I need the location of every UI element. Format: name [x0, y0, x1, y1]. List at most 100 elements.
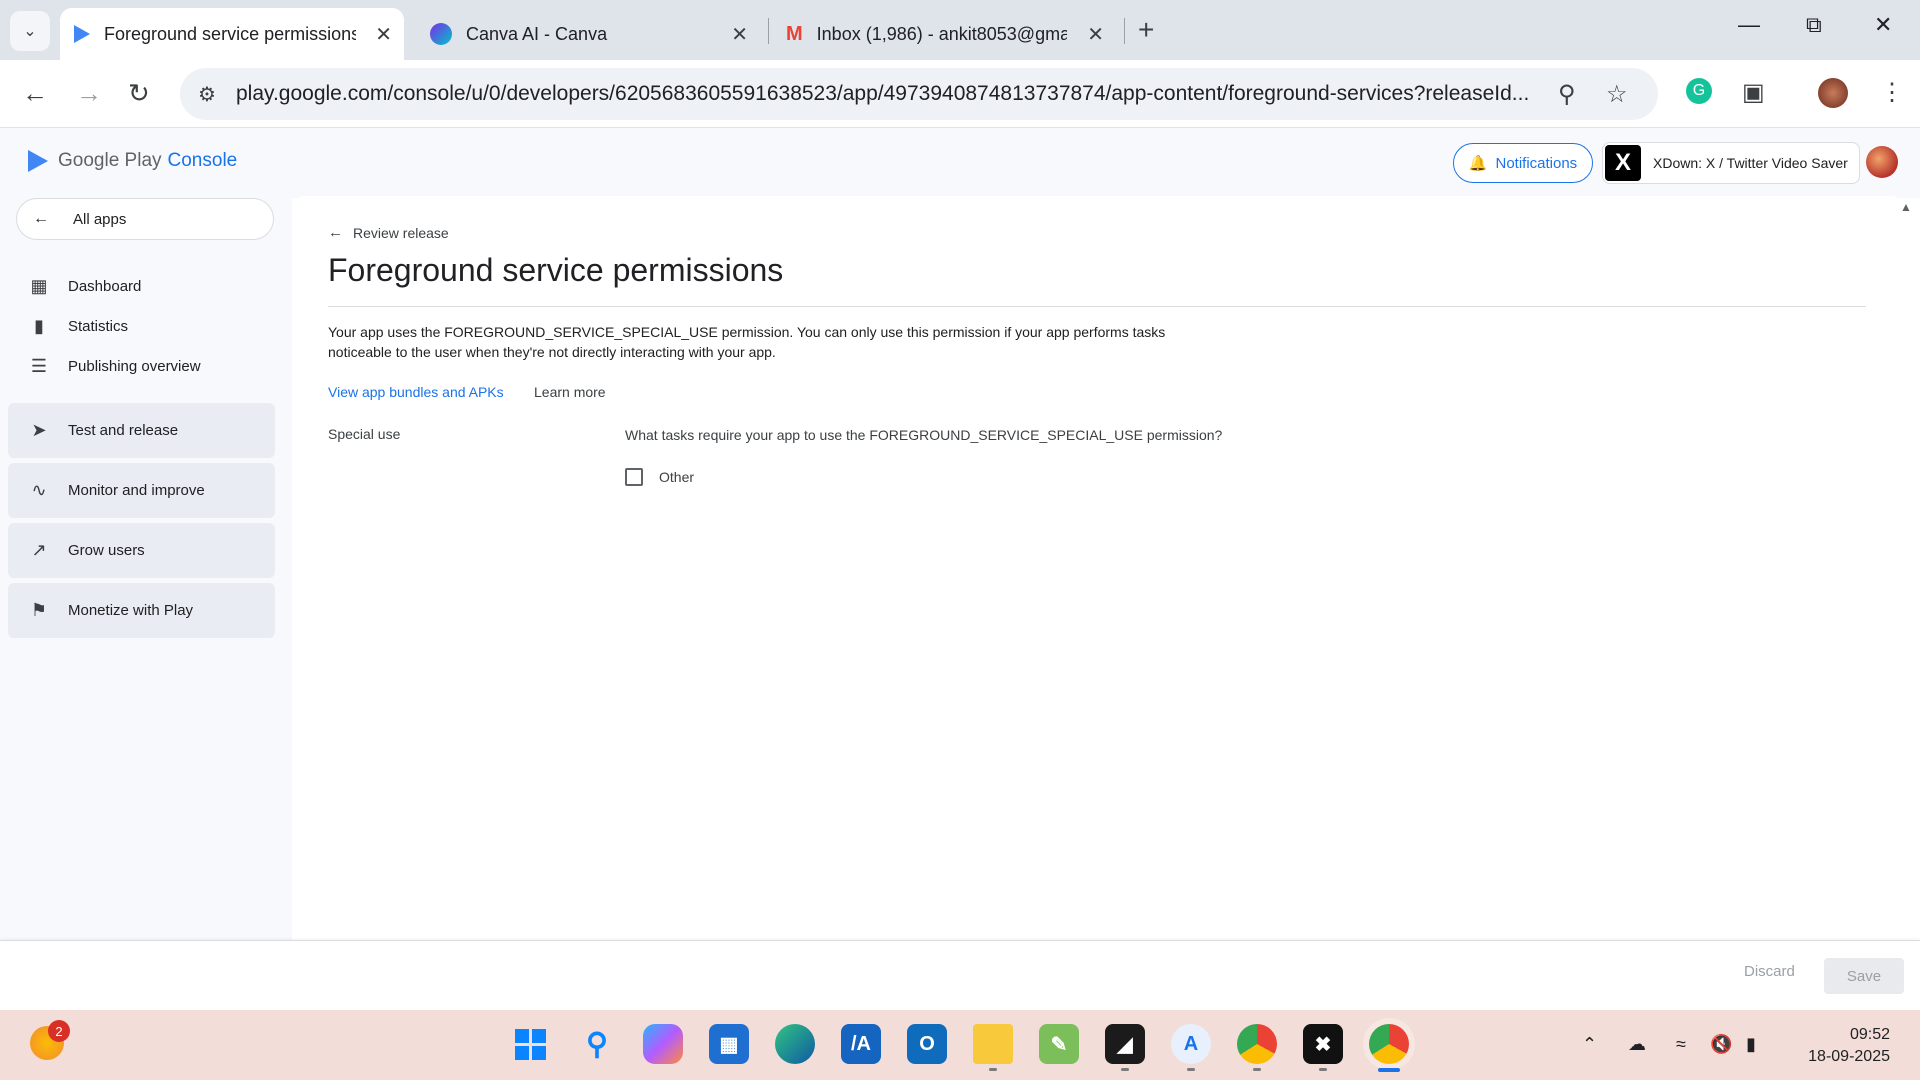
tab-title: Canva AI - Canva	[466, 23, 608, 44]
notifications-button[interactable]: 🔔 Notifications	[1453, 143, 1593, 183]
logo-suffix: Console	[167, 150, 238, 171]
system-clock[interactable]: 09:52 18-09-2025	[1790, 1024, 1890, 1068]
back-arrow-icon[interactable]: ←	[22, 78, 48, 109]
browser-tab-canva[interactable]: Canva AI - Canva ✕	[416, 8, 760, 60]
tray-overflow-chevron-icon[interactable]: ⌃	[1582, 1034, 1597, 1055]
close-tab-icon[interactable]: ✕	[375, 22, 392, 47]
reload-icon[interactable]: ↻	[128, 78, 150, 109]
profile-avatar-icon[interactable]	[1818, 78, 1848, 108]
tab-search-button[interactable]: ⌄	[10, 11, 50, 51]
google-play-console-logo[interactable]: Google Play Console	[28, 150, 237, 172]
logo-text: Google Play	[58, 150, 162, 171]
zoom-icon[interactable]: ⚲	[1558, 80, 1576, 109]
address-bar[interactable]: ⚙ play.google.com/console/u/0/developers…	[180, 68, 1658, 120]
bar-chart-icon: ▮	[34, 316, 44, 336]
restore-window-icon[interactable]: ⧉	[1806, 12, 1822, 38]
wifi-icon[interactable]: ≈	[1676, 1034, 1686, 1055]
forward-arrow-icon[interactable]: →	[76, 78, 102, 109]
running-indicator	[1253, 1068, 1261, 1071]
notepad-plus-icon[interactable]: ✎	[1039, 1024, 1079, 1064]
new-tab-plus-icon[interactable]: +	[1138, 14, 1154, 46]
gmail-favicon-icon: M	[786, 22, 803, 45]
sidebar-group-monitor-and-improve[interactable]: ∿ Monitor and improve	[8, 463, 275, 518]
tag-icon: ⚑	[30, 600, 48, 620]
onedrive-cloud-icon[interactable]: ☁	[1628, 1034, 1646, 1055]
scroll-up-arrow-icon[interactable]: ▲	[1900, 200, 1912, 214]
close-tab-icon[interactable]: ✕	[1087, 22, 1104, 47]
sidebar-item-publishing-overview[interactable]: ☰ Publishing overview	[28, 356, 201, 377]
capcut-icon[interactable]: ✖	[1303, 1024, 1343, 1064]
other-option-label: Other	[659, 469, 695, 485]
extension-label: XDown: X / Twitter Video Saver	[1653, 155, 1848, 171]
review-release-back-link[interactable]: ← Review release	[328, 224, 449, 241]
view-app-bundles-link[interactable]: View app bundles and APKs	[328, 384, 504, 400]
back-arrow-icon: ←	[33, 210, 49, 227]
play-logo-icon	[28, 150, 48, 172]
browser-tab-gmail[interactable]: M Inbox (1,986) - ankit8053@gma ✕	[772, 8, 1116, 60]
sidebar-group-test-and-release[interactable]: ➤ Test and release	[8, 403, 275, 458]
x-logo-icon: X	[1605, 145, 1641, 181]
canva-favicon-icon	[430, 23, 452, 45]
sticky-notes-icon[interactable]: ◢	[1105, 1024, 1145, 1064]
active-app-indicator	[1378, 1068, 1400, 1072]
battery-icon[interactable]: ▮	[1746, 1034, 1756, 1055]
tab-separator	[768, 18, 769, 44]
sidebar-group-grow-users[interactable]: ↗ Grow users	[8, 523, 275, 578]
main-content: ← Review release Foreground service perm…	[296, 196, 1900, 940]
all-apps-button[interactable]: ← All apps	[16, 198, 274, 240]
page-title: Foreground service permissions	[328, 252, 784, 288]
publishing-icon: ☰	[30, 356, 48, 376]
url-text[interactable]: play.google.com/console/u/0/developers/6…	[236, 82, 1546, 106]
file-explorer-icon[interactable]	[973, 1024, 1013, 1064]
running-indicator	[989, 1068, 997, 1071]
special-use-label: Special use	[328, 426, 401, 442]
sidebar-group-label: Monetize with Play	[68, 602, 194, 619]
title-divider	[328, 306, 1866, 307]
xdown-extension-chip[interactable]: X XDown: X / Twitter Video Saver	[1602, 142, 1860, 184]
sidebar-group-label: Test and release	[68, 422, 179, 439]
remote-desktop-icon[interactable]: /A	[841, 1024, 881, 1064]
rocket-icon: ➤	[31, 420, 47, 440]
save-button[interactable]: Save	[1824, 958, 1904, 994]
back-arrow-icon: ←	[328, 224, 343, 241]
browser-tab-play-console[interactable]: Foreground service permissions ✕	[60, 8, 404, 60]
bookmark-star-icon[interactable]: ☆	[1606, 80, 1628, 109]
android-studio-icon[interactable]: A	[1171, 1024, 1211, 1064]
chrome-profile-icon[interactable]	[1237, 1024, 1277, 1064]
browser-toolbar: ← → ↻ ⚙ play.google.com/console/u/0/deve…	[0, 60, 1920, 128]
outlook-icon[interactable]: O	[907, 1024, 947, 1064]
extensions-puzzle-icon[interactable]: ▣	[1742, 78, 1765, 107]
other-checkbox[interactable]	[625, 468, 643, 486]
sidebar-item-statistics[interactable]: ▮ Statistics	[28, 316, 128, 337]
other-option[interactable]: Other	[625, 468, 694, 486]
close-window-icon[interactable]: ✕	[1874, 12, 1892, 38]
running-indicator	[1187, 1068, 1195, 1071]
running-indicator	[1121, 1068, 1129, 1071]
minimize-window-icon[interactable]: —	[1738, 12, 1760, 38]
site-settings-icon[interactable]: ⚙	[198, 82, 216, 107]
clock-time: 09:52	[1849, 1026, 1890, 1043]
sidebar-item-label: Statistics	[68, 318, 129, 335]
discard-button[interactable]: Discard	[1744, 963, 1795, 980]
chrome-active-icon[interactable]	[1369, 1024, 1409, 1064]
sidebar-item-dashboard[interactable]: ▦ Dashboard	[28, 276, 141, 297]
running-indicator	[1319, 1068, 1327, 1071]
learn-more-link[interactable]: Learn more	[534, 384, 606, 400]
sidebar-group-label: Grow users	[68, 542, 145, 559]
sidebar: ← All apps ▦ Dashboard ▮ Statistics ☰ Pu…	[0, 198, 292, 940]
windows-start-icon[interactable]	[510, 1024, 550, 1064]
browser-menu-icon[interactable]: ⋮	[1880, 78, 1904, 107]
close-tab-icon[interactable]: ✕	[731, 22, 748, 47]
permission-description: Your app uses the FOREGROUND_SERVICE_SPE…	[328, 324, 1166, 360]
microsoft-store-icon[interactable]: ▦	[709, 1024, 749, 1064]
search-icon[interactable]: ⚲	[577, 1024, 617, 1064]
edge-browser-icon[interactable]	[775, 1024, 815, 1064]
account-avatar[interactable]	[1866, 146, 1898, 178]
special-use-question: What tasks require your app to use the F…	[625, 427, 1223, 443]
volume-muted-icon[interactable]: 🔇	[1710, 1034, 1732, 1055]
copilot-icon[interactable]	[643, 1024, 683, 1064]
grammarly-extension-icon[interactable]: G	[1686, 78, 1712, 104]
tab-title: Foreground service permissions	[104, 23, 356, 44]
sidebar-group-monetize-with-play[interactable]: ⚑ Monetize with Play	[8, 583, 275, 638]
play-console-favicon-icon	[74, 25, 90, 43]
